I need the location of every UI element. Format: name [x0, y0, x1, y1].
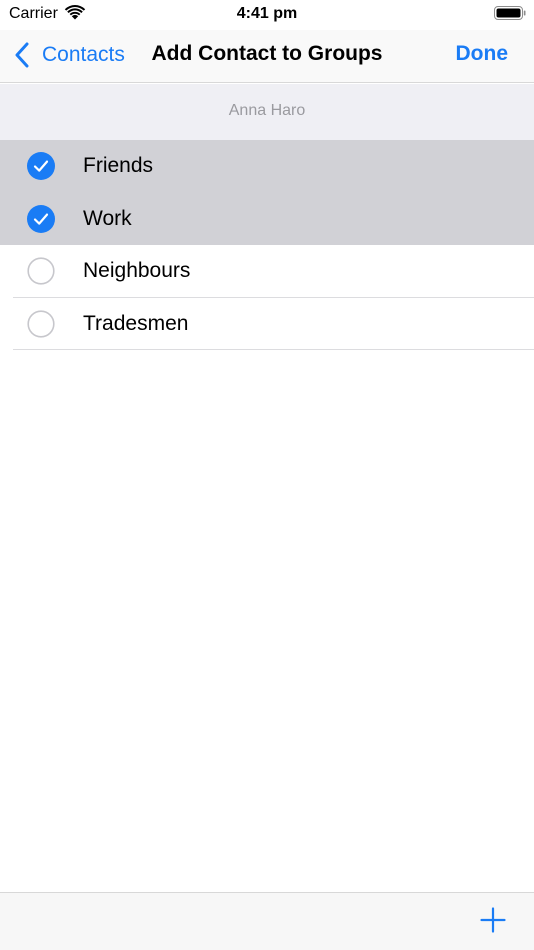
contact-header: Anna Haro: [0, 84, 534, 140]
checkmark-circle-icon: [27, 204, 55, 233]
group-row-friends[interactable]: Friends: [0, 140, 534, 193]
group-label: Friends: [83, 154, 154, 177]
checkmark-circle-icon: [27, 152, 55, 180]
group-list: Friends Work Neighbours Tradesmen: [0, 140, 534, 350]
chevron-left-icon: [15, 42, 29, 68]
plus-icon[interactable]: [480, 907, 506, 933]
navigation-bar: Contacts Add Contact to Groups Done: [0, 30, 534, 83]
status-bar: Carrier 4:41 pm: [0, 0, 534, 30]
empty-circle-icon: [27, 309, 55, 338]
group-label: Work: [83, 206, 132, 230]
contact-name: Anna Haro: [228, 102, 306, 119]
done-button[interactable]: Done: [456, 42, 509, 66]
bottom-toolbar: [0, 892, 534, 950]
status-time: 4:41 pm: [236, 5, 298, 22]
back-button-label: Contacts: [42, 43, 125, 66]
back-button[interactable]: Contacts: [14, 39, 125, 71]
empty-circle-icon: [27, 257, 55, 285]
battery-icon: [494, 6, 526, 20]
group-label: Neighbours: [83, 259, 191, 282]
row-divider: [13, 349, 534, 350]
group-row-tradesmen[interactable]: Tradesmen: [0, 297, 534, 350]
group-row-neighbours[interactable]: Neighbours: [0, 245, 534, 298]
group-label: Tradesmen: [83, 311, 189, 335]
group-row-work[interactable]: Work: [0, 192, 534, 245]
